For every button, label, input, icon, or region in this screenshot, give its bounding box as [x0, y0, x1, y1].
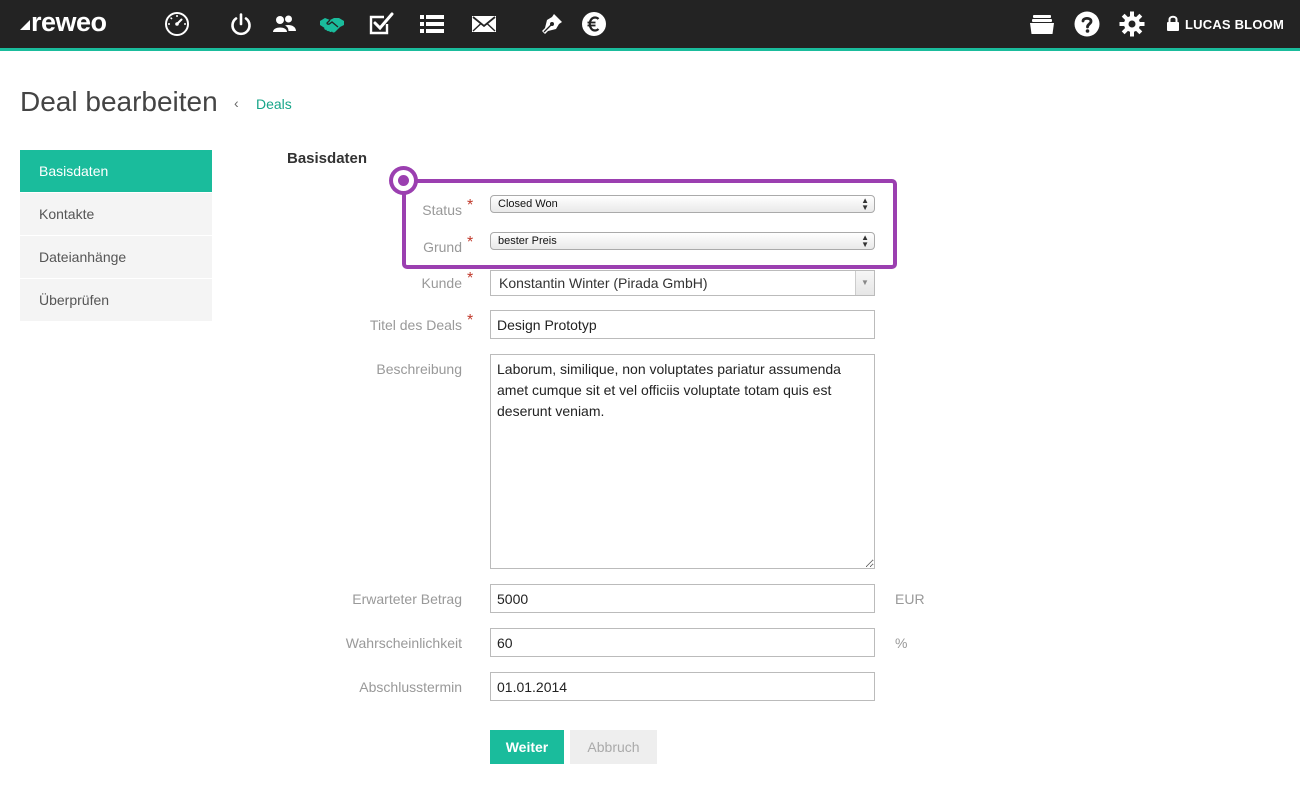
top-bar: reweo LUCAS BLOOM: [0, 0, 1300, 48]
status-select[interactable]: Closed Won ▲ ▼: [490, 195, 875, 213]
abschlusstermin-input[interactable]: [490, 672, 875, 701]
currency-unit: EUR: [895, 591, 925, 607]
betrag-label: Erwarteter Betrag: [352, 591, 462, 607]
grund-select[interactable]: bester Preis ▲ ▼: [490, 232, 875, 250]
speedometer-icon[interactable]: [163, 10, 191, 38]
mail-icon[interactable]: [470, 10, 498, 38]
titel-label: Titel des Deals: [369, 317, 462, 333]
lock-icon: [1167, 15, 1179, 31]
required-marker: *: [467, 270, 474, 287]
contacts-icon[interactable]: [270, 10, 298, 38]
required-marker: *: [467, 197, 474, 214]
sidenav-item-basisdaten[interactable]: Basisdaten: [20, 150, 212, 192]
pen-icon[interactable]: [538, 10, 566, 38]
beschreibung-label: Beschreibung: [376, 361, 462, 377]
chevron-left-icon: ‹: [234, 95, 239, 111]
chevron-down-icon[interactable]: ▼: [855, 271, 874, 295]
user-menu[interactable]: LUCAS BLOOM: [1185, 17, 1284, 32]
page-title: Deal bearbeiten: [20, 86, 218, 117]
sidenav-item-kontakte[interactable]: Kontakte: [20, 193, 212, 235]
folder-icon[interactable]: [1028, 10, 1056, 38]
abschlusstermin-label: Abschlusstermin: [359, 679, 462, 695]
grund-label: Grund: [423, 239, 462, 255]
highlight-annotation-marker: [389, 166, 418, 195]
handshake-icon[interactable]: [318, 10, 346, 38]
titel-input[interactable]: [490, 310, 875, 339]
power-icon[interactable]: [227, 10, 255, 38]
list-icon[interactable]: [418, 10, 446, 38]
wahrscheinlichkeit-label: Wahrscheinlichkeit: [345, 635, 462, 651]
required-marker: *: [467, 234, 474, 251]
topbar-accent-line: [0, 48, 1300, 51]
wahrscheinlichkeit-input[interactable]: [490, 628, 875, 657]
required-marker: *: [467, 312, 474, 329]
highlight-annotation-box: [402, 179, 897, 269]
weiter-button[interactable]: Weiter: [490, 730, 564, 764]
kunde-combobox[interactable]: Konstantin Winter (Pirada GmbH) ▼: [490, 270, 875, 296]
euro-icon[interactable]: [580, 10, 608, 38]
percent-unit: %: [895, 635, 908, 651]
logo[interactable]: reweo: [20, 7, 107, 39]
betrag-input[interactable]: [490, 584, 875, 613]
abbruch-button[interactable]: Abbruch: [570, 730, 657, 764]
sidenav-item-dateianhaenge[interactable]: Dateianhänge: [20, 236, 212, 278]
section-title: Basisdaten: [287, 150, 368, 167]
checkbox-icon[interactable]: [367, 10, 395, 38]
side-nav: Basisdaten Kontakte Dateianhänge Überprü…: [20, 150, 212, 322]
select-arrows-icon: ▲ ▼: [861, 196, 869, 212]
beschreibung-textarea[interactable]: Laborum, similique, non voluptates paria…: [490, 354, 875, 569]
breadcrumb-deals-link[interactable]: Deals: [256, 96, 292, 112]
sidenav-item-ueberpruefen[interactable]: Überprüfen: [20, 279, 212, 321]
logo-triangle-icon: [20, 20, 30, 30]
gear-icon[interactable]: [1118, 10, 1146, 38]
help-icon[interactable]: [1073, 10, 1101, 38]
status-label: Status: [422, 202, 462, 218]
select-arrows-icon: ▲ ▼: [861, 233, 869, 249]
kunde-label: Kunde: [421, 275, 462, 291]
